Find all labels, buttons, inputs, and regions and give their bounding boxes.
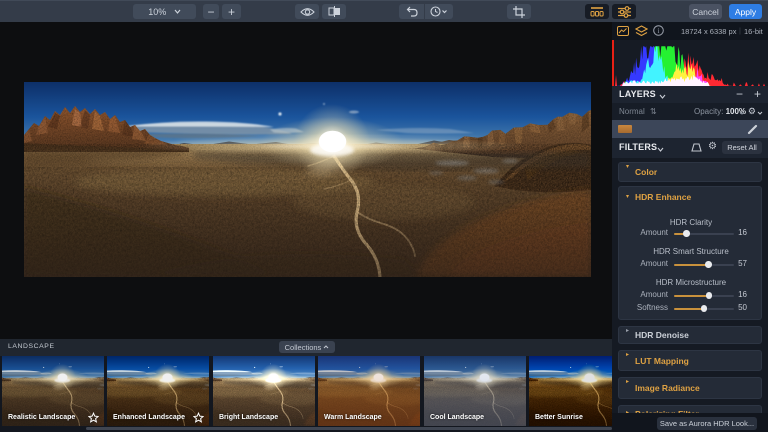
svg-text:i: i: [658, 27, 660, 35]
